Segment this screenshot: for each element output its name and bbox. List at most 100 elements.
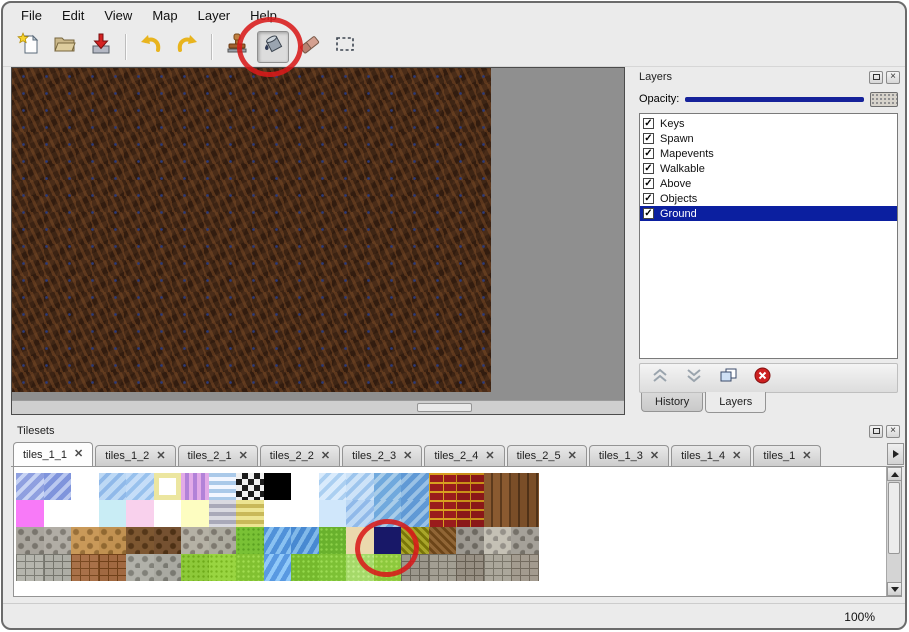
tileset-tab-tiles_1_4[interactable]: tiles_1_4✕ xyxy=(671,445,751,466)
tile-r2-c12[interactable] xyxy=(319,500,347,527)
tile-r4-c6[interactable] xyxy=(154,554,182,581)
layer-row-keys[interactable]: ✓Keys xyxy=(640,116,897,131)
tile-r4-c3[interactable] xyxy=(71,554,99,581)
tileset-tab-tiles_2_4[interactable]: tiles_2_4✕ xyxy=(424,445,504,466)
layer-visibility-checkbox[interactable]: ✓ xyxy=(643,208,654,219)
tile-r3-c16[interactable] xyxy=(429,527,457,554)
tab-scroll-right-button[interactable] xyxy=(887,443,904,465)
tile-r2-c3[interactable] xyxy=(71,500,99,527)
tileset-tab-tiles_1_2[interactable]: tiles_1_2✕ xyxy=(95,445,175,466)
tile-r4-c8[interactable] xyxy=(209,554,237,581)
layer-row-ground[interactable]: ✓Ground xyxy=(640,206,897,221)
tile-r3-c13[interactable] xyxy=(346,527,374,554)
tile-r2-c8[interactable] xyxy=(209,500,237,527)
tab-close-icon[interactable]: ✕ xyxy=(732,451,741,462)
tile-r2-c10[interactable] xyxy=(264,500,292,527)
save-map-button[interactable] xyxy=(85,31,117,63)
tile-r1-c7[interactable] xyxy=(181,473,209,500)
tile-r4-c13[interactable] xyxy=(346,554,374,581)
tile-r3-c12[interactable] xyxy=(319,527,347,554)
tile-r4-c9[interactable] xyxy=(236,554,264,581)
tile-r1-c10[interactable] xyxy=(264,473,292,500)
tile-r1-c13[interactable] xyxy=(346,473,374,500)
layer-row-mapevents[interactable]: ✓Mapevents xyxy=(640,146,897,161)
tile-r4-c10[interactable] xyxy=(264,554,292,581)
layer-row-above[interactable]: ✓Above xyxy=(640,176,897,191)
scrollbar-handle[interactable] xyxy=(888,482,900,554)
tile-r3-c1[interactable] xyxy=(16,527,44,554)
tile-r4-c5[interactable] xyxy=(126,554,154,581)
tile-r1-c17[interactable] xyxy=(456,473,484,500)
tile-r4-c19[interactable] xyxy=(511,554,539,581)
tile-r1-c3[interactable] xyxy=(71,473,99,500)
layer-row-walkable[interactable]: ✓Walkable xyxy=(640,161,897,176)
panel-close-button[interactable]: × xyxy=(886,71,900,84)
tile-r2-c4[interactable] xyxy=(99,500,127,527)
tileset-tab-tiles_1_3[interactable]: tiles_1_3✕ xyxy=(589,445,669,466)
tileset-vertical-scrollbar[interactable] xyxy=(886,467,901,596)
tileset-tab-tiles_1[interactable]: tiles_1✕ xyxy=(753,445,821,466)
scrollbar-handle[interactable] xyxy=(417,403,472,412)
tile-r3-c7[interactable] xyxy=(181,527,209,554)
tile-r1-c16[interactable] xyxy=(429,473,457,500)
tab-close-icon[interactable]: ✕ xyxy=(403,451,412,462)
tile-r1-c11[interactable] xyxy=(291,473,319,500)
tile-r2-c11[interactable] xyxy=(291,500,319,527)
stamp-tool-button[interactable] xyxy=(221,31,253,63)
opacity-slider-handle[interactable] xyxy=(870,92,898,107)
new-map-button[interactable] xyxy=(13,31,45,63)
eraser-tool-button[interactable] xyxy=(293,31,325,63)
tile-r1-c5[interactable] xyxy=(126,473,154,500)
tab-close-icon[interactable]: ✕ xyxy=(156,451,165,462)
menu-item-file[interactable]: File xyxy=(13,6,50,25)
tile-r2-c17[interactable] xyxy=(456,500,484,527)
tile-r4-c7[interactable] xyxy=(181,554,209,581)
layer-visibility-checkbox[interactable]: ✓ xyxy=(643,193,654,204)
tab-close-icon[interactable]: ✕ xyxy=(650,451,659,462)
scroll-up-button[interactable] xyxy=(887,467,902,481)
tile-r3-c11[interactable] xyxy=(291,527,319,554)
tile-r2-c19[interactable] xyxy=(511,500,539,527)
menu-item-help[interactable]: Help xyxy=(242,6,285,25)
panel-float-button[interactable] xyxy=(869,71,883,84)
tile-r3-c3[interactable] xyxy=(71,527,99,554)
tile-r2-c14[interactable] xyxy=(374,500,402,527)
layer-row-spawn[interactable]: ✓Spawn xyxy=(640,131,897,146)
tile-r3-c15[interactable] xyxy=(401,527,429,554)
menu-item-layer[interactable]: Layer xyxy=(190,6,239,25)
tile-r3-c18[interactable] xyxy=(484,527,512,554)
tile-r3-c17[interactable] xyxy=(456,527,484,554)
tile-r2-c18[interactable] xyxy=(484,500,512,527)
tab-close-icon[interactable]: ✕ xyxy=(74,449,83,460)
tileset-tab-tiles_2_1[interactable]: tiles_2_1✕ xyxy=(178,445,258,466)
tile-r4-c18[interactable] xyxy=(484,554,512,581)
layer-visibility-checkbox[interactable]: ✓ xyxy=(643,118,654,129)
tile-r1-c4[interactable] xyxy=(99,473,127,500)
tile-r1-c1[interactable] xyxy=(16,473,44,500)
tile-r4-c4[interactable] xyxy=(99,554,127,581)
tile-r4-c2[interactable] xyxy=(44,554,72,581)
tile-r1-c15[interactable] xyxy=(401,473,429,500)
tile-r4-c11[interactable] xyxy=(291,554,319,581)
tile-r2-c2[interactable] xyxy=(44,500,72,527)
layer-visibility-checkbox[interactable]: ✓ xyxy=(643,178,654,189)
tile-r3-c19[interactable] xyxy=(511,527,539,554)
tile-r4-c17[interactable] xyxy=(456,554,484,581)
map-horizontal-scrollbar[interactable] xyxy=(12,400,624,414)
panel-close-button[interactable]: × xyxy=(886,425,900,438)
layer-row-objects[interactable]: ✓Objects xyxy=(640,191,897,206)
undo-button[interactable] xyxy=(135,31,167,63)
tile-r3-c10[interactable] xyxy=(264,527,292,554)
tile-r1-c9[interactable] xyxy=(236,473,264,500)
tile-r3-c9[interactable] xyxy=(236,527,264,554)
open-map-button[interactable] xyxy=(49,31,81,63)
tab-close-icon[interactable]: ✕ xyxy=(802,451,811,462)
tile-r4-c15[interactable] xyxy=(401,554,429,581)
tile-r2-c16[interactable] xyxy=(429,500,457,527)
redo-button[interactable] xyxy=(171,31,203,63)
tile-r3-c14[interactable] xyxy=(374,527,402,554)
tile-r2-c6[interactable] xyxy=(154,500,182,527)
tileset-tab-tiles_2_2[interactable]: tiles_2_2✕ xyxy=(260,445,340,466)
map-canvas[interactable] xyxy=(12,68,491,392)
tile-r3-c5[interactable] xyxy=(126,527,154,554)
